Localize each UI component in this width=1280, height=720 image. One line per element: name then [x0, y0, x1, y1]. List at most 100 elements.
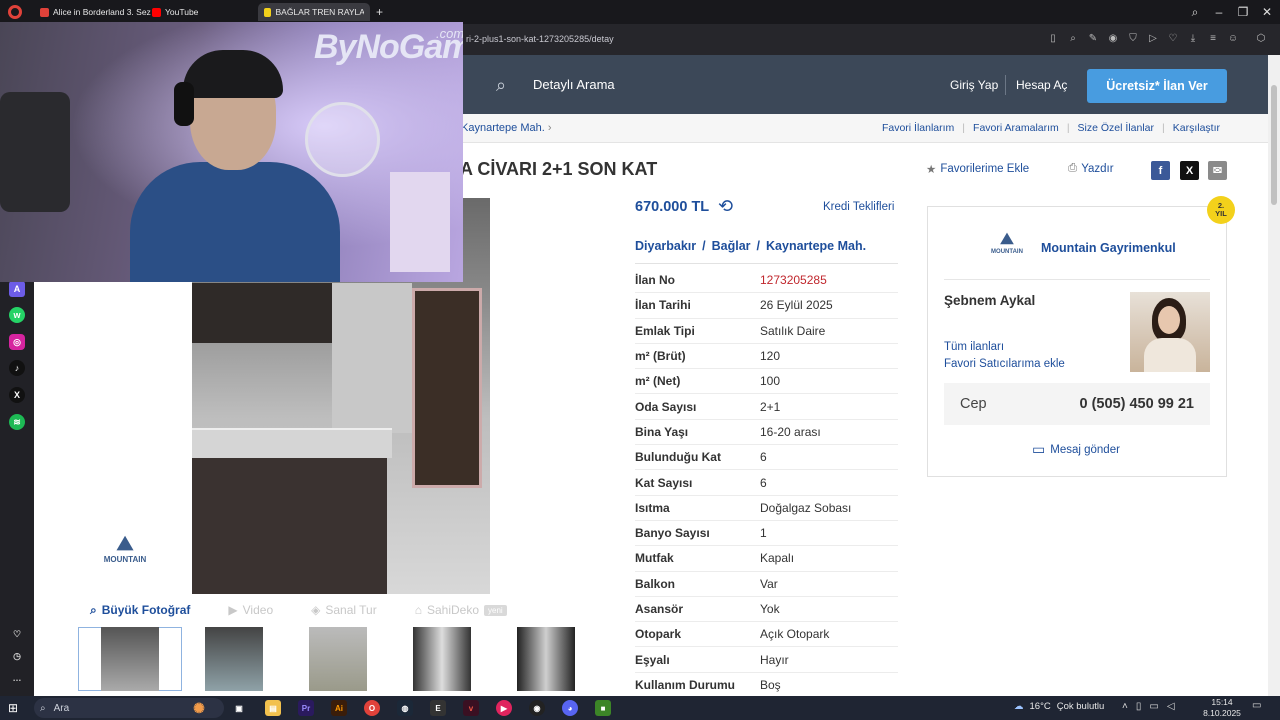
login-link[interactable]: Giriş Yap [950, 78, 998, 92]
tab-alice[interactable]: Alice in Borderland 3. Sez [34, 3, 157, 21]
minecraft-icon[interactable]: ■ [595, 700, 611, 716]
register-link[interactable]: Hesap Aç [1016, 78, 1067, 92]
webcam-overlay: ByNoGame .com [0, 22, 463, 282]
opera-logo-icon[interactable] [8, 5, 22, 19]
search-tabs-icon[interactable]: ⌕ [1183, 0, 1207, 24]
thumbnail[interactable] [494, 627, 598, 691]
play-icon [40, 7, 49, 17]
task-view-icon[interactable]: ▣ [231, 700, 247, 716]
instagram-icon[interactable]: ◎ [9, 334, 25, 350]
favorite-listings-link[interactable]: Favori İlanlarım [874, 122, 962, 134]
streamer-logo-suffix: .com [436, 26, 463, 41]
edit-icon[interactable]: ✎ [1086, 32, 1100, 46]
spec-row: Mutfak Kapalı [635, 546, 898, 572]
system-tray: ˄ ▯ ▭ ◁ [1122, 701, 1175, 712]
phone-number[interactable]: 0 (505) 450 99 21 [1080, 396, 1194, 412]
tab-baglar[interactable]: BAĞLAR TREN RAYLARI C [258, 3, 370, 21]
menu-icon[interactable]: ≡ [1206, 32, 1220, 46]
maximize-icon[interactable]: ❐ [1231, 0, 1255, 24]
minimize-icon[interactable]: – [1207, 0, 1231, 24]
thumbnail[interactable] [286, 627, 390, 691]
email-icon[interactable]: ✉ [1208, 161, 1227, 180]
x-icon[interactable]: X [9, 387, 25, 403]
page-scrollbar[interactable] [1268, 55, 1280, 696]
agency-logo[interactable]: ⛰ MOUNTAIN [984, 231, 1030, 265]
chevron-up-icon[interactable]: ˄ [1122, 701, 1128, 712]
media-player-icon[interactable]: ▶ [496, 700, 512, 716]
thumbnail[interactable] [182, 627, 286, 691]
heart-icon[interactable]: ♡ [1166, 32, 1180, 46]
location-district[interactable]: Bağlar [712, 239, 751, 253]
spotify-icon[interactable]: ≋ [9, 414, 25, 430]
special-listings-link[interactable]: Size Özel İlanlar [1070, 122, 1162, 134]
breadcrumb[interactable]: Kaynartepe Mah. › [461, 122, 552, 134]
epic-games-icon[interactable]: E [430, 700, 446, 716]
aria-icon[interactable]: A [9, 281, 25, 297]
clock[interactable]: 15:14 8.10.2025 [1202, 697, 1242, 719]
thumbnail[interactable] [390, 627, 494, 691]
location-neighborhood[interactable]: Kaynartepe Mah. [766, 239, 866, 253]
send-message-button[interactable]: ▭ Mesaj gönder [1032, 441, 1120, 458]
divider [635, 263, 898, 264]
download-icon[interactable]: ⤓ [1186, 32, 1200, 46]
zoom-icon[interactable]: ⌕ [1066, 32, 1080, 46]
agency-name-link[interactable]: Mountain Gayrimenkul [1041, 241, 1176, 255]
camera-icon[interactable]: ◉ [1106, 32, 1120, 46]
history-icon[interactable]: ◷ [9, 648, 25, 664]
print-button[interactable]: ⎙ Yazdır [1068, 162, 1114, 175]
membership-years-badge: 2. YIL [1207, 196, 1235, 224]
favorite-seller-link[interactable]: Favori Satıcılarıma ekle [944, 358, 1065, 370]
app-icon[interactable]: v [463, 700, 479, 716]
all-ads-link[interactable]: Tüm ilanları [944, 341, 1004, 353]
whatsapp-icon[interactable]: w [9, 307, 25, 323]
cube-icon: ◈ [311, 603, 321, 617]
url-field[interactable]: ri-2-plus1-son-kat-1273205285/detay [466, 34, 614, 44]
heart-icon[interactable]: ♡ [9, 626, 25, 642]
close-icon[interactable]: ✕ [1255, 0, 1279, 24]
video-tab[interactable]: ▶ Video [228, 603, 273, 617]
weather-widget[interactable]: ☁ 16°C Çok bulutlu [1014, 701, 1104, 712]
opera-icon[interactable]: O [364, 700, 380, 716]
device-icon[interactable]: ▯ [1136, 701, 1142, 712]
volume-icon[interactable]: ◁ [1167, 701, 1175, 712]
x-share-icon[interactable]: X [1180, 161, 1199, 180]
tiktok-icon[interactable]: ♪ [9, 360, 25, 376]
tab-youtube[interactable]: YouTube [146, 3, 204, 21]
thumbnail-strip [78, 627, 605, 696]
chat-icon: ▭ [1032, 441, 1046, 457]
file-explorer-icon[interactable]: ▤ [265, 700, 281, 716]
premiere-icon[interactable]: Pr [298, 700, 314, 716]
profile-icon[interactable]: ☺ [1226, 32, 1240, 46]
spec-row: Kat Sayısı 6 [635, 470, 898, 496]
reader-icon[interactable]: ▯ [1046, 32, 1060, 46]
illustrator-icon[interactable]: Ai [331, 700, 347, 716]
notification-icon[interactable]: ▭ [1252, 700, 1261, 711]
extensions-icon[interactable]: ⬡ [1254, 32, 1268, 46]
shield-icon[interactable]: ⛉ [1126, 32, 1140, 46]
favorite-searches-link[interactable]: Favori Aramalarım [965, 122, 1067, 134]
agency-watermark-logo: ⛰ MOUNTAIN [103, 533, 147, 564]
compare-link[interactable]: Karşılaştır [1165, 122, 1228, 134]
thumbnail[interactable] [78, 627, 182, 691]
windows-start-icon[interactable]: ⊞ [8, 701, 22, 715]
steam-icon[interactable]: ◍ [397, 700, 413, 716]
virtual-tour-tab[interactable]: ◈ Sanal Tur [311, 603, 377, 617]
obs-icon[interactable]: ◉ [529, 700, 545, 716]
big-photo-tab[interactable]: ⌕ Büyük Fotoğraf [90, 603, 190, 618]
search-icon[interactable]: ⌕ [484, 67, 518, 103]
divider [1005, 75, 1006, 95]
play-icon[interactable]: ▷ [1146, 32, 1160, 46]
post-ad-button[interactable]: Ücretsiz* İlan Ver [1087, 69, 1227, 103]
credit-offers-link[interactable]: Kredi Teklifleri [823, 201, 894, 213]
detailed-search-link[interactable]: Detaylı Arama [533, 77, 615, 92]
network-icon[interactable]: ▭ [1149, 701, 1158, 712]
price-history-icon[interactable]: ⟲ [718, 196, 733, 217]
discord-icon[interactable]: ◕ [562, 700, 578, 716]
facebook-icon[interactable]: f [1151, 161, 1170, 180]
more-icon[interactable]: … [9, 670, 25, 686]
add-favorites-button[interactable]: ★ Favorilerime Ekle [926, 162, 1029, 176]
location-city[interactable]: Diyarbakır [635, 239, 696, 253]
sahideko-tab[interactable]: ⌂ SahiDeko yeni [415, 603, 507, 617]
play-circle-icon: ▶ [228, 603, 238, 617]
new-tab-button[interactable]: + [376, 5, 383, 19]
